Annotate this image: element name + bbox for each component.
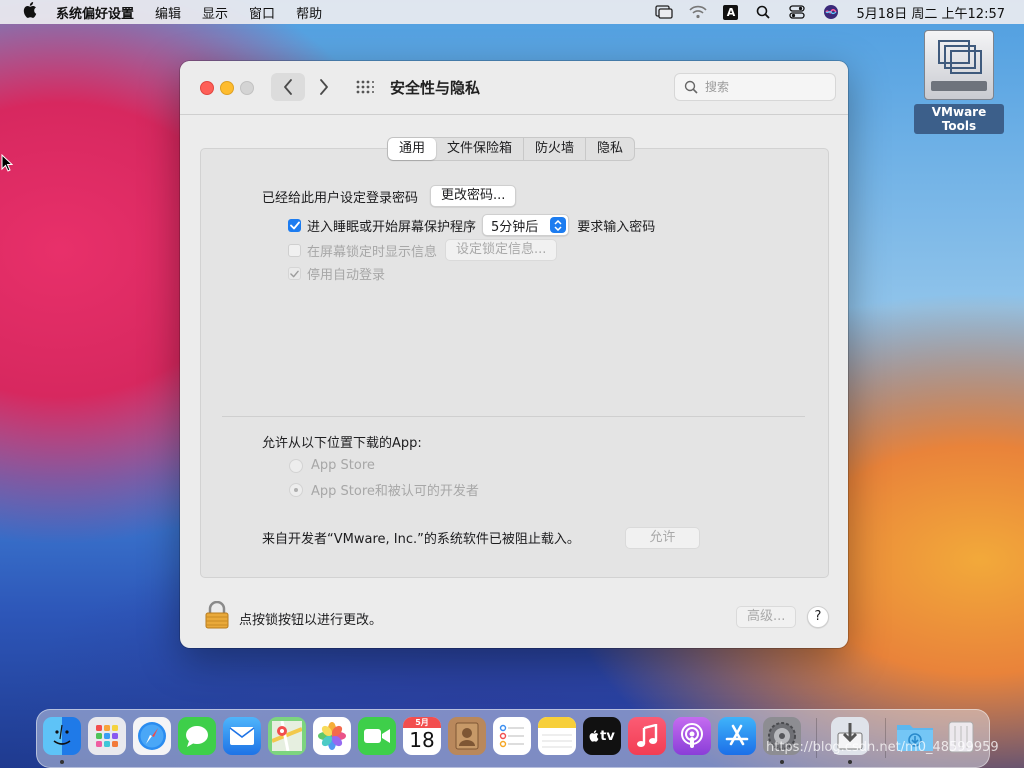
- menu-bar: 系统偏好设置 编辑 显示 窗口 帮助 A 5月18日 周二 上午12:57: [0, 0, 1024, 24]
- apple-tv-icon[interactable]: tv: [583, 717, 621, 755]
- dock: 5月 18 tv: [36, 709, 990, 768]
- disable-auto-login-label: 停用自动登录: [307, 268, 386, 283]
- tab-bar: 通用 文件保险箱 防火墙 隐私: [387, 137, 636, 161]
- require-password-delay-select[interactable]: 5分钟后: [482, 214, 570, 236]
- search-input[interactable]: [703, 79, 827, 95]
- podcasts-icon[interactable]: [673, 717, 711, 755]
- zoom-button[interactable]: [240, 81, 254, 95]
- forward-button[interactable]: [307, 73, 341, 101]
- mail-icon[interactable]: [223, 717, 261, 755]
- vmware-tools-label: VMware Tools: [914, 104, 1004, 134]
- calendar-icon[interactable]: 5月 18: [403, 717, 441, 755]
- siri-icon[interactable]: [822, 5, 840, 19]
- radio-app-store-dev-row: App Store和被认可的开发者: [289, 480, 479, 499]
- menu-clock[interactable]: 5月18日 周二 上午12:57: [856, 3, 1005, 22]
- tab-privacy[interactable]: 隐私: [586, 138, 634, 160]
- radio-app-store[interactable]: [289, 458, 303, 473]
- set-lock-message-button[interactable]: 设定锁定信息...: [445, 239, 558, 261]
- blocked-message: 来自开发者“VMware, Inc.”的系统软件已被阻止载入。: [262, 532, 580, 547]
- notes-icon[interactable]: [538, 717, 576, 755]
- password-row: 已经给此用户设定登录密码 更改密码...: [262, 185, 517, 207]
- change-password-button[interactable]: 更改密码...: [430, 185, 517, 207]
- launchpad-icon[interactable]: [88, 717, 126, 755]
- tab-firewall[interactable]: 防火墙: [524, 138, 587, 160]
- menu-edit[interactable]: 编辑: [155, 3, 181, 22]
- chevron-right-icon: [320, 79, 328, 95]
- radio-app-store-label: App Store: [311, 458, 375, 473]
- apple-logo-icon: [589, 730, 599, 742]
- photos-icon[interactable]: [313, 717, 351, 755]
- lock-instruction-text: 点按锁按钮以进行更改。: [239, 613, 383, 628]
- radio-app-store-dev[interactable]: [289, 482, 303, 497]
- minimize-button[interactable]: [220, 81, 234, 95]
- allow-apps-label: 允许从以下位置下载的App:: [262, 436, 422, 451]
- require-password-label: 进入睡眠或开始屏幕保护程序: [307, 219, 477, 235]
- tab-filevault[interactable]: 文件保险箱: [436, 138, 525, 160]
- require-password-row: 进入睡眠或开始屏幕保护程序 5分钟后 要求输入密码: [288, 214, 655, 236]
- disable-auto-login-row: 停用自动登录: [288, 264, 385, 283]
- allow-button[interactable]: 允许: [625, 527, 700, 549]
- checkmark-icon: [289, 221, 300, 229]
- apple-menu-icon[interactable]: [20, 2, 40, 22]
- mouse-cursor-icon: [1, 154, 13, 172]
- show-all-grid-icon[interactable]: [356, 80, 374, 94]
- disable-auto-login-checkbox[interactable]: [288, 267, 301, 280]
- control-center-icon[interactable]: [788, 5, 806, 19]
- spotlight-search-icon[interactable]: [754, 5, 772, 19]
- help-button[interactable]: ?: [807, 606, 829, 628]
- vmware-tools-disk[interactable]: VMware Tools: [914, 30, 1004, 134]
- messages-icon[interactable]: [178, 717, 216, 755]
- blocked-message-row: 来自开发者“VMware, Inc.”的系统软件已被阻止载入。: [262, 528, 580, 547]
- back-button[interactable]: [271, 73, 305, 101]
- app-store-icon[interactable]: [718, 717, 756, 755]
- show-message-label: 在屏幕锁定时显示信息: [307, 244, 438, 260]
- music-icon[interactable]: [628, 717, 666, 755]
- general-panel: [200, 148, 829, 578]
- safari-icon[interactable]: [133, 717, 171, 755]
- calendar-month: 5月: [403, 717, 441, 728]
- delay-value: 5分钟后: [491, 219, 539, 235]
- installer-running-indicator: [848, 760, 852, 764]
- radio-app-store-dev-label: App Store和被认可的开发者: [311, 484, 479, 499]
- disk-icon: [924, 30, 994, 100]
- security-privacy-window: 安全性与隐私 通用 文件保险箱 防火墙 隐私 已经给此用户设定登录密码 更改密码…: [180, 61, 848, 648]
- apple-tv-label: tv: [600, 728, 615, 744]
- advanced-button[interactable]: 高级...: [736, 606, 797, 628]
- search-icon: [684, 80, 698, 94]
- facetime-icon[interactable]: [358, 717, 396, 755]
- require-password-checkbox[interactable]: [288, 218, 301, 232]
- watermark-text: https://blog.csdn.net/m0_48599959: [766, 740, 999, 755]
- popup-arrows-icon: [550, 217, 567, 233]
- tab-general[interactable]: 通用: [388, 138, 437, 160]
- menu-view[interactable]: 显示: [202, 3, 228, 22]
- radio-app-store-row: App Store: [289, 458, 375, 473]
- chevron-left-icon: [284, 79, 292, 95]
- input-source-indicator[interactable]: A: [723, 4, 739, 20]
- window-title: 安全性与隐私: [390, 79, 481, 97]
- menu-help[interactable]: 帮助: [296, 3, 322, 22]
- search-field[interactable]: [674, 73, 836, 101]
- menu-window[interactable]: 窗口: [249, 3, 275, 22]
- wifi-icon[interactable]: [689, 5, 708, 19]
- finder-icon[interactable]: [43, 717, 81, 755]
- show-message-row: 在屏幕锁定时显示信息 设定锁定信息...: [288, 239, 558, 261]
- password-set-label: 已经给此用户设定登录密码: [262, 190, 419, 206]
- window-titlebar: 安全性与隐私: [180, 61, 848, 115]
- lock-icon[interactable]: [204, 601, 230, 629]
- require-password-suffix: 要求输入密码: [577, 219, 656, 235]
- checkmark-icon: [290, 270, 299, 277]
- allow-apps-heading-row: 允许从以下位置下载的App:: [262, 432, 422, 451]
- screen-mirroring-icon[interactable]: [655, 5, 674, 19]
- system-preferences-running-indicator: [780, 760, 784, 764]
- reminders-icon[interactable]: [493, 717, 531, 755]
- show-message-checkbox[interactable]: [288, 243, 301, 257]
- calendar-day: 18: [409, 728, 435, 752]
- finder-running-indicator: [60, 760, 64, 764]
- close-button[interactable]: [200, 81, 214, 95]
- maps-icon[interactable]: [268, 717, 306, 755]
- contacts-icon[interactable]: [448, 717, 486, 755]
- section-divider: [222, 416, 805, 417]
- menu-app-name[interactable]: 系统偏好设置: [56, 3, 134, 22]
